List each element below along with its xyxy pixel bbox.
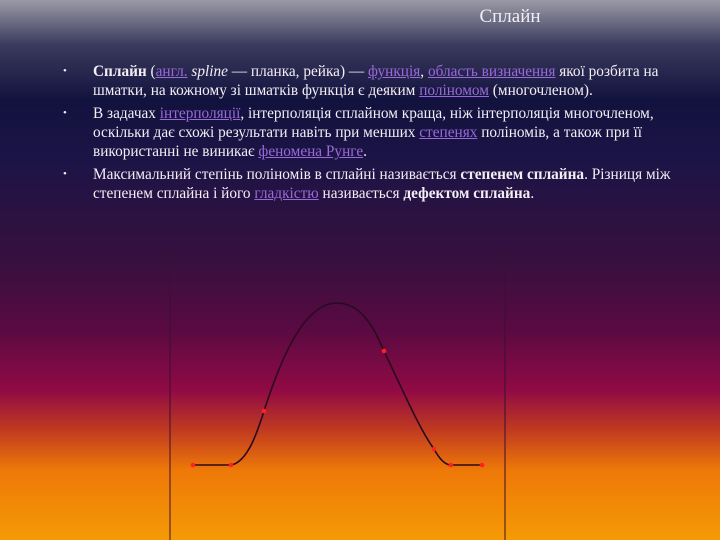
knot-point: [190, 462, 196, 468]
knot-point: [228, 462, 234, 468]
knot-point: [381, 348, 387, 354]
knot-point: [479, 462, 485, 468]
knot-point: [448, 462, 454, 468]
knot-point: [431, 446, 437, 452]
spline-diagram: [169, 245, 506, 540]
spline-curve: [193, 302, 482, 466]
knot-point: [261, 408, 267, 414]
